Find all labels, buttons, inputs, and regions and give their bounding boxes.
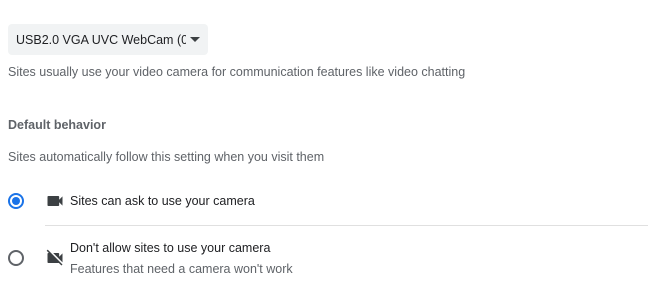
radio-allow-camera[interactable] [8, 193, 24, 209]
videocam-off-icon [46, 249, 63, 266]
option-allow-label[interactable]: Sites can ask to use your camera [70, 194, 255, 208]
videocam-icon [47, 196, 63, 206]
camera-select-value: USB2.0 VGA UVC WebCam (04 [16, 32, 186, 47]
option-divider [45, 225, 648, 226]
dropdown-arrow-icon [190, 37, 200, 42]
default-behavior-description: Sites automatically follow this setting … [8, 150, 325, 164]
camera-description: Sites usually use your video camera for … [8, 65, 466, 79]
camera-select-dropdown[interactable]: USB2.0 VGA UVC WebCam (04 [8, 24, 208, 55]
default-behavior-heading: Default behavior [8, 118, 106, 132]
option-block-label[interactable]: Don't allow sites to use your camera [70, 241, 270, 255]
radio-block-camera[interactable] [8, 250, 24, 266]
option-block-sublabel: Features that need a camera won't work [70, 262, 293, 276]
